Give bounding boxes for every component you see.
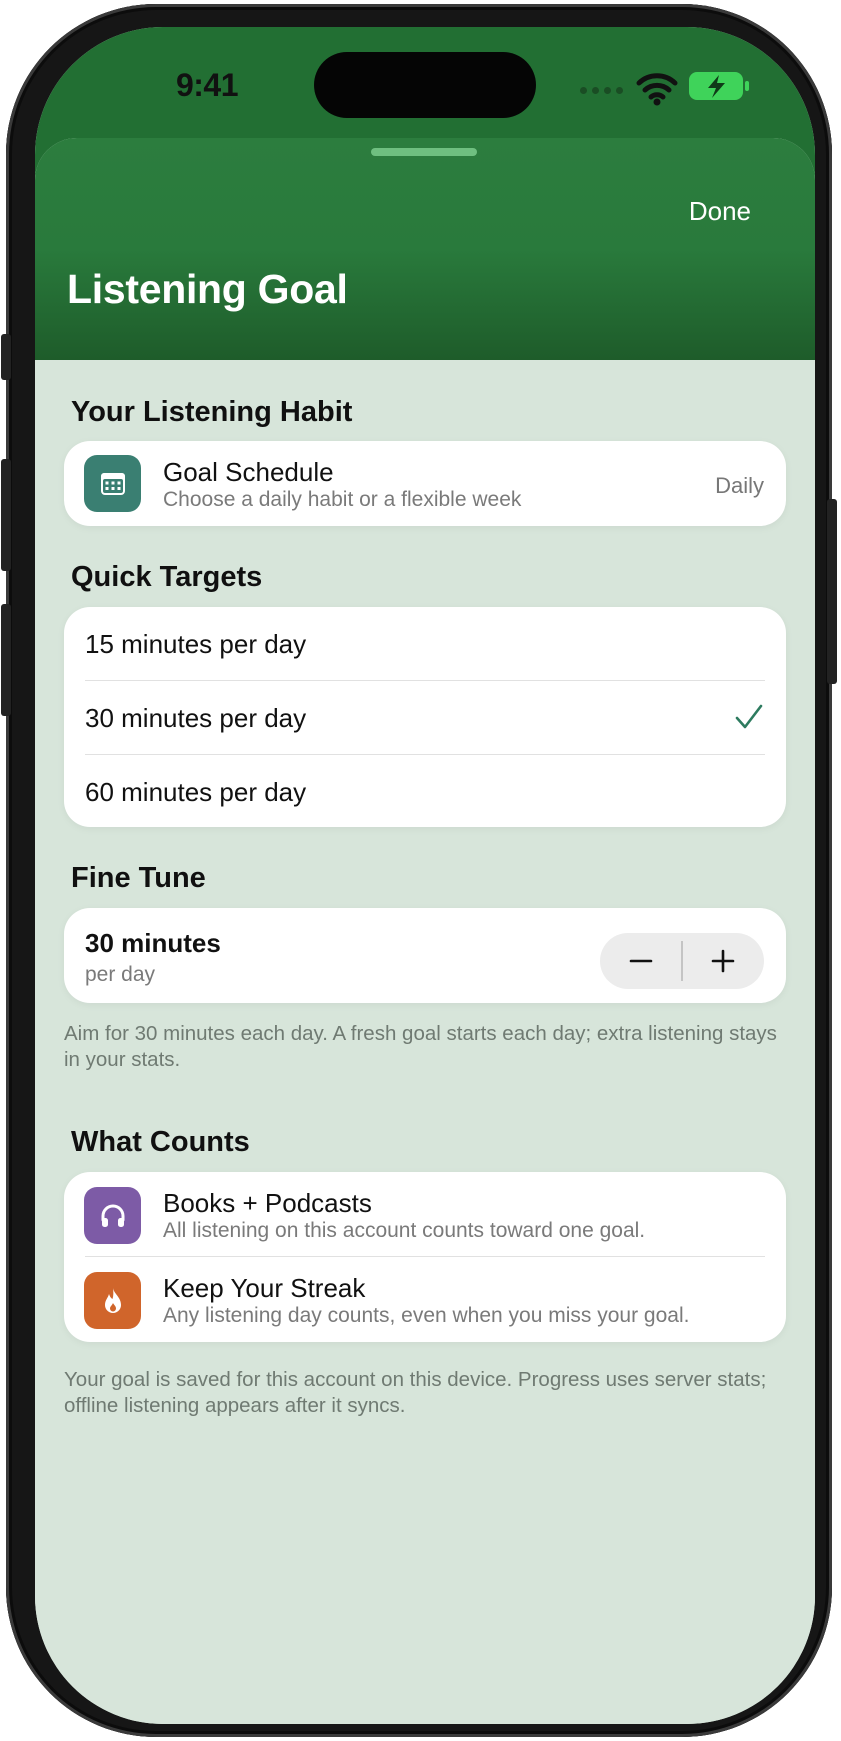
section-title-fine-tune: Fine Tune (71, 862, 206, 894)
item-title: Keep Your Streak (163, 1273, 366, 1303)
done-button[interactable]: Done (689, 196, 751, 227)
section-title-what-counts: What Counts (71, 1126, 250, 1158)
goal-schedule-row[interactable]: Goal Schedule Choose a daily habit or a … (64, 441, 786, 526)
page-title: Listening Goal (67, 266, 348, 312)
increment-button[interactable] (682, 933, 764, 989)
target-option-30[interactable]: 30 minutes per day (64, 681, 786, 754)
target-option-label: 60 minutes per day (85, 777, 307, 807)
dynamic-island (314, 52, 536, 118)
list-item-books-podcasts: Books + Podcasts All listening on this a… (64, 1172, 786, 1256)
goal-schedule-title: Goal Schedule (163, 457, 334, 487)
goal-sheet: Done Listening Goal Your Listening Habit (35, 138, 815, 1724)
calendar-icon (84, 455, 141, 512)
goal-schedule-subtitle: Choose a daily habit or a flexible week (163, 488, 522, 511)
item-subtitle: Any listening day counts, even when you … (163, 1304, 690, 1327)
quick-targets-list: 15 minutes per day 30 minutes per day 60… (64, 607, 786, 827)
list-item-keep-streak: Keep Your Streak Any listening day count… (64, 1257, 786, 1342)
volume-down-button (1, 604, 11, 716)
screen: 9:41 Done Listening Goal Your Listening … (35, 27, 815, 1724)
sheet-grabber[interactable] (371, 148, 477, 156)
phone-frame: 9:41 Done Listening Goal Your Listening … (1, 4, 837, 1737)
action-button (1, 334, 11, 380)
section-title-habit: Your Listening Habit (71, 396, 353, 428)
target-option-60[interactable]: 60 minutes per day (64, 755, 786, 827)
target-option-15[interactable]: 15 minutes per day (64, 607, 786, 680)
goal-minutes-value: 30 minutes (85, 928, 221, 958)
fine-tune-card: 30 minutes per day (64, 908, 786, 1003)
target-option-label: 30 minutes per day (85, 703, 307, 733)
item-title: Books + Podcasts (163, 1188, 372, 1218)
volume-up-button (1, 459, 11, 571)
section-title-quick-targets: Quick Targets (71, 561, 263, 593)
fine-tune-footnote: Aim for 30 minutes each day. A fresh goa… (64, 1022, 777, 1071)
status-time: 9:41 (175, 67, 239, 103)
what-counts-list: Books + Podcasts All listening on this a… (64, 1172, 786, 1342)
checkmark-icon (735, 704, 763, 729)
target-option-label: 15 minutes per day (85, 629, 307, 659)
minutes-stepper (600, 933, 764, 989)
storage-footnote: Your goal is saved for this account on t… (64, 1368, 767, 1417)
goal-schedule-value: Daily (715, 473, 764, 498)
battery-charging-icon (689, 72, 749, 100)
cellular-signal-icon (580, 87, 624, 97)
plus-icon (711, 949, 735, 973)
item-subtitle: All listening on this account counts tow… (163, 1219, 646, 1242)
sheet-header (35, 138, 815, 360)
wifi-icon (636, 73, 678, 106)
flame-icon (84, 1272, 141, 1329)
goal-unit-label: per day (85, 963, 156, 986)
headphones-icon (84, 1187, 141, 1244)
power-button (827, 499, 837, 684)
decrement-button[interactable] (600, 933, 682, 989)
minus-icon (629, 959, 653, 963)
